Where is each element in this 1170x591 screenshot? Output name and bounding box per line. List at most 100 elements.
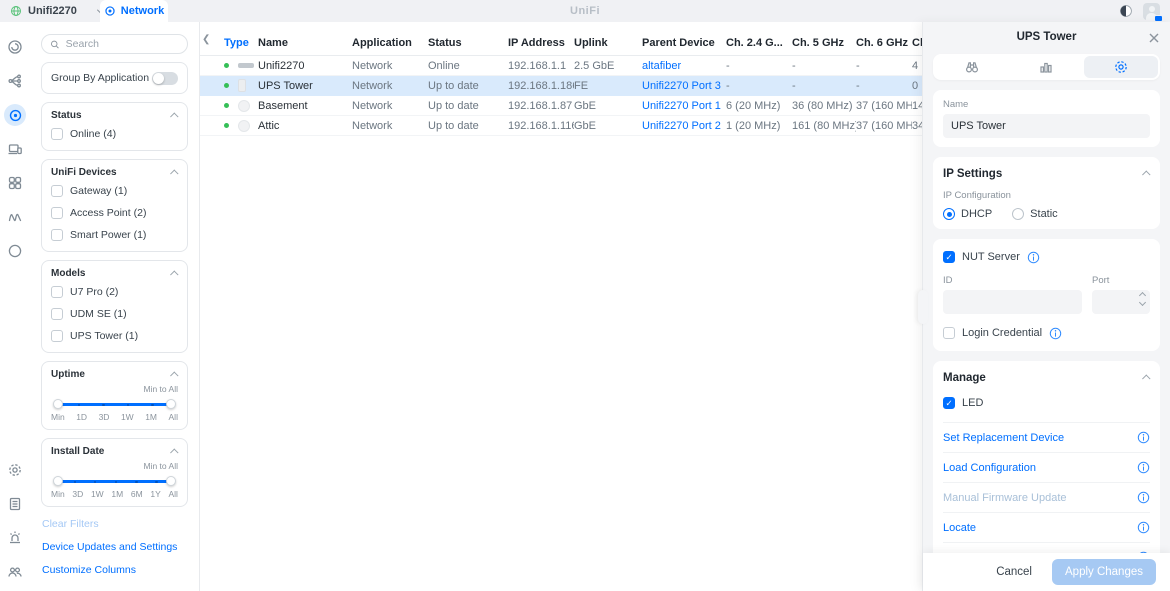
radio-dhcp[interactable]: DHCP [943, 208, 992, 220]
filter-option-ups-tower[interactable]: UPS Tower (1) [51, 327, 178, 345]
radio-static[interactable]: Static [1012, 208, 1058, 220]
clear-filters-link[interactable]: Clear Filters [42, 518, 187, 530]
column-header-parent[interactable]: Parent Device [642, 37, 726, 49]
parent-device-link[interactable]: Unifi2270 Port 1 [642, 100, 726, 112]
cancel-button[interactable]: Cancel [996, 566, 1032, 578]
checkbox[interactable] [51, 128, 63, 140]
parent-device-link[interactable]: Unifi2270 Port 3 [642, 80, 726, 92]
table-row[interactable]: Unifi2270 Network Online 192.168.1.1 2.5… [200, 56, 922, 76]
collapse-chevron-icon[interactable] [170, 370, 179, 380]
slider-handle-max[interactable] [166, 399, 176, 409]
sidebar-item-unifi-devices[interactable] [4, 104, 26, 126]
sidebar-item-clients[interactable] [4, 138, 26, 160]
apply-changes-button[interactable]: Apply Changes [1052, 559, 1156, 585]
led-checkbox-row[interactable]: ✓ LED [943, 394, 1150, 412]
sidebar-item-admins[interactable] [4, 561, 26, 583]
action-locate[interactable]: Locate [943, 512, 1150, 542]
group-by-toggle[interactable] [152, 71, 178, 85]
device-updates-settings-link[interactable]: Device Updates and Settings [42, 541, 187, 553]
close-icon[interactable] [1148, 31, 1160, 43]
tab-statistics[interactable] [1009, 56, 1083, 78]
radio-button[interactable] [1012, 208, 1025, 220]
search-box[interactable] [41, 34, 188, 54]
tab-network[interactable]: Network [100, 0, 168, 22]
uptime-filter-card: Uptime Min to All Min 1D 3D 1W 1M All [41, 361, 188, 430]
user-avatar[interactable] [1143, 2, 1163, 22]
tab-overview[interactable] [935, 56, 1009, 78]
action-load-configuration[interactable]: Load Configuration [943, 452, 1150, 482]
table-row[interactable]: Attic Network Up to date 192.168.1.116 G… [200, 116, 922, 136]
install-date-slider[interactable] [53, 476, 176, 486]
tab-settings[interactable] [1083, 56, 1158, 78]
search-input[interactable] [65, 38, 179, 50]
info-icon[interactable] [1137, 461, 1150, 474]
column-header-clients[interactable]: Clients [912, 37, 922, 49]
sidebar-item-radios[interactable] [4, 240, 26, 262]
filter-option-online[interactable]: Online (4) [51, 125, 178, 143]
info-icon[interactable] [1137, 431, 1150, 444]
checkbox[interactable] [51, 185, 63, 197]
action-set-replacement-device[interactable]: Set Replacement Device [943, 422, 1150, 452]
checkbox[interactable] [51, 229, 63, 241]
ip-settings-section-header[interactable]: IP Settings [943, 166, 1151, 182]
login-credential-checkbox-row[interactable]: Login Credential [943, 324, 1150, 342]
theme-toggle-icon[interactable] [1119, 4, 1133, 18]
filter-option-access-point[interactable]: Access Point (2) [51, 204, 178, 222]
nut-server-checkbox-row[interactable]: ✓ NUT Server [943, 248, 1150, 266]
info-icon[interactable] [1137, 521, 1150, 534]
slider-handle-max[interactable] [166, 476, 176, 486]
sidebar-item-system-log[interactable] [4, 493, 26, 515]
checkbox-checked[interactable]: ✓ [943, 397, 955, 409]
slider-handle-min[interactable] [53, 476, 63, 486]
parent-device-link[interactable]: altafiber [642, 60, 726, 72]
collapse-chevron-icon[interactable] [170, 269, 179, 279]
filter-option-u7-pro[interactable]: U7 Pro (2) [51, 283, 178, 301]
number-stepper[interactable] [1138, 291, 1147, 307]
column-header-uplink[interactable]: Uplink [574, 37, 642, 49]
filter-option-smart-power[interactable]: Smart Power (1) [51, 226, 178, 244]
collapse-chevron-icon[interactable] [170, 447, 179, 457]
table-row[interactable]: Basement Network Up to date 192.168.1.87… [200, 96, 922, 116]
column-header-ch24[interactable]: Ch. 2.4 G... [726, 37, 792, 49]
device-detail-panel: UPS Tower Name IP Settings [918, 22, 1170, 591]
site-selector[interactable]: Unifi2270 [10, 0, 107, 22]
collapse-chevron-icon[interactable] [170, 111, 179, 121]
checkbox[interactable] [51, 286, 63, 298]
customize-columns-link[interactable]: Customize Columns [42, 564, 187, 576]
table-row-selected[interactable]: UPS Tower Network Up to date 192.168.1.1… [200, 76, 922, 96]
sidebar-item-settings[interactable] [4, 459, 26, 481]
nut-id-input[interactable] [943, 290, 1082, 314]
sidebar-item-topology[interactable] [4, 70, 26, 92]
parent-device-link[interactable]: Unifi2270 Port 2 [642, 120, 726, 132]
checkbox[interactable] [51, 308, 63, 320]
column-header-ch6[interactable]: Ch. 6 GHz [856, 37, 912, 49]
manage-section-header[interactable]: Manage [943, 370, 1151, 386]
collapse-filter-panel-icon[interactable]: ❮ [202, 34, 210, 45]
uptime-slider[interactable] [53, 399, 176, 409]
radio-button[interactable] [943, 208, 955, 220]
column-header-name[interactable]: Name [258, 37, 352, 49]
people-icon [8, 567, 22, 577]
sidebar-item-port-manager[interactable] [4, 172, 26, 194]
sidebar-item-dashboard[interactable] [4, 36, 26, 58]
info-icon[interactable] [1049, 327, 1062, 340]
column-header-ch5[interactable]: Ch. 5 GHz [792, 37, 856, 49]
filter-option-udm-se[interactable]: UDM SE (1) [51, 305, 178, 323]
checkbox[interactable] [51, 330, 63, 342]
checkbox-checked[interactable]: ✓ [943, 251, 955, 263]
panel-resize-handle[interactable] [918, 290, 928, 324]
filter-option-gateway[interactable]: Gateway (1) [51, 182, 178, 200]
checkbox[interactable] [943, 327, 955, 339]
slider-handle-min[interactable] [53, 399, 63, 409]
column-header-status[interactable]: Status [428, 37, 508, 49]
column-header-ip[interactable]: IP Address [508, 37, 574, 49]
info-icon[interactable] [1137, 491, 1150, 504]
info-icon[interactable] [1027, 251, 1040, 264]
sidebar-item-wifiman[interactable] [4, 206, 26, 228]
collapse-chevron-icon[interactable] [170, 168, 179, 178]
column-header-type[interactable]: Type [224, 37, 258, 49]
column-header-application[interactable]: Application [352, 37, 428, 49]
device-name-input[interactable] [943, 114, 1150, 138]
checkbox[interactable] [51, 207, 63, 219]
sidebar-item-alerts[interactable] [4, 527, 26, 549]
